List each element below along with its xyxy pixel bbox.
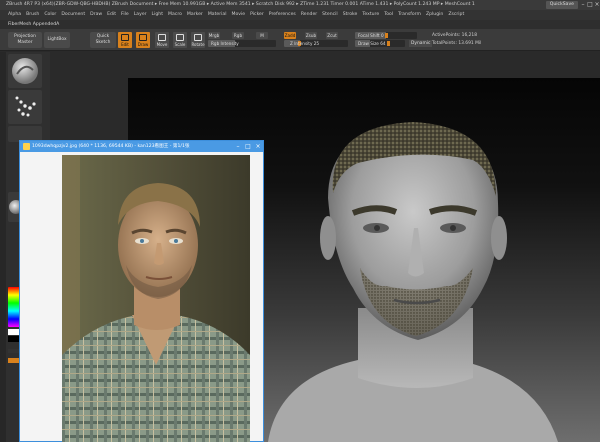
window-title: ZBrush 4R7 P3 (x64)(ZBR-GDW-QBG-HBDHB) Z… bbox=[6, 2, 475, 7]
lightbox-button[interactable]: LightBox bbox=[44, 32, 70, 48]
menu-item-picker[interactable]: Picker bbox=[250, 12, 264, 17]
rgb-intensity-label: Rgb Intensity bbox=[211, 41, 239, 46]
image-viewer-window: 1093dwhqpzjv2.jpg (640 * 1136, 69544 KB)… bbox=[19, 140, 264, 442]
active-points-readout: ActivePoints: 16,218 bbox=[432, 33, 478, 38]
reference-photo bbox=[62, 155, 250, 442]
edit-mode-button[interactable]: Edit bbox=[118, 32, 132, 48]
menu-item-alpha[interactable]: Alpha bbox=[8, 12, 21, 17]
close-icon[interactable]: × bbox=[594, 1, 600, 9]
scale-label: Scale bbox=[174, 42, 186, 47]
draw-label: Draw bbox=[137, 42, 149, 47]
rotate-mode-button[interactable]: Rotate bbox=[191, 32, 205, 48]
brush-icon bbox=[12, 58, 38, 84]
menu-item-zscript[interactable]: Zscript bbox=[448, 12, 464, 17]
rotate-label: Rotate bbox=[191, 42, 205, 47]
zcut-button[interactable]: Zcut bbox=[326, 32, 338, 39]
menu-item-edit[interactable]: Edit bbox=[107, 12, 116, 17]
edit-label: Edit bbox=[121, 42, 129, 47]
zsub-button[interactable]: Zsub bbox=[305, 32, 317, 39]
subtool-bar: FiberMesh AppendedA bbox=[0, 20, 600, 29]
edit-icon bbox=[121, 34, 129, 41]
menu-item-document[interactable]: Document bbox=[61, 12, 85, 17]
main-menu-bar: Alpha Brush Color Document Draw Edit File Layer… bbox=[0, 10, 600, 20]
menu-item-light[interactable]: Light bbox=[152, 12, 163, 17]
image-viewer-title: 1093dwhqpzjv2.jpg (640 * 1136, 69544 KB)… bbox=[32, 144, 190, 149]
move-icon bbox=[158, 34, 166, 41]
scale-mode-button[interactable]: Scale bbox=[173, 32, 187, 48]
m-button[interactable]: M bbox=[256, 32, 268, 39]
viewer-maximize-icon[interactable]: □ bbox=[243, 141, 253, 152]
move-label: Move bbox=[156, 42, 168, 47]
draw-size-slider[interactable]: Draw Size 64 bbox=[355, 40, 405, 47]
stroke-thumbnail[interactable] bbox=[8, 90, 42, 124]
maximize-icon[interactable]: □ bbox=[587, 1, 593, 9]
menu-item-movie[interactable]: Movie bbox=[231, 12, 245, 17]
menu-item-preferences[interactable]: Preferences bbox=[269, 12, 296, 17]
draw-mode-button[interactable]: Draw bbox=[136, 32, 150, 48]
scale-icon bbox=[176, 34, 184, 41]
menu-item-tool[interactable]: Tool bbox=[384, 12, 393, 17]
tray-handle[interactable] bbox=[0, 52, 6, 442]
viewer-minimize-icon[interactable]: – bbox=[233, 141, 243, 152]
reference-portrait-image bbox=[62, 155, 250, 442]
quick-sketch-button[interactable]: Quick Sketch bbox=[90, 32, 116, 48]
title-bar: ZBrush 4R7 P3 (x64)(ZBR-GDW-QBG-HBDHB) Z… bbox=[0, 0, 600, 10]
menu-item-stencil[interactable]: Stencil bbox=[322, 12, 338, 17]
menu-item-marker[interactable]: Marker bbox=[187, 12, 203, 17]
image-viewer-app-icon bbox=[23, 143, 30, 150]
menu-item-layer[interactable]: Layer bbox=[134, 12, 147, 17]
menu-item-brush[interactable]: Brush bbox=[26, 12, 39, 17]
menu-item-material[interactable]: Material bbox=[208, 12, 227, 17]
menu-item-color[interactable]: Color bbox=[44, 12, 56, 17]
top-shelf: Projection Master LightBox Quick Sketch … bbox=[0, 29, 600, 51]
menu-item-draw[interactable]: Draw bbox=[90, 12, 102, 17]
menu-item-stroke[interactable]: Stroke bbox=[343, 12, 358, 17]
move-mode-button[interactable]: Move bbox=[155, 32, 169, 48]
projection-master-button[interactable]: Projection Master bbox=[8, 32, 42, 48]
subtool-label: FiberMesh AppendedA bbox=[8, 22, 60, 27]
menu-item-file[interactable]: File bbox=[121, 12, 129, 17]
draw-icon bbox=[139, 34, 147, 41]
menu-item-render[interactable]: Render bbox=[301, 12, 317, 17]
minimize-icon[interactable]: – bbox=[580, 1, 586, 9]
quicksave-button[interactable]: QuickSave bbox=[545, 1, 578, 9]
rgb-intensity-slider[interactable]: Rgb Intensity bbox=[208, 40, 276, 47]
stroke-dots-icon bbox=[15, 96, 36, 117]
draw-size-label: Draw Size 64 bbox=[358, 41, 386, 46]
menu-item-transform[interactable]: Transform bbox=[398, 12, 421, 17]
z-intensity-slider[interactable]: Z Intensity 25 bbox=[284, 40, 348, 47]
zadd-button[interactable]: Zadd bbox=[284, 32, 296, 39]
menu-item-texture[interactable]: Texture bbox=[362, 12, 379, 17]
rotate-icon bbox=[194, 34, 202, 41]
mrgb-button[interactable]: Mrgb bbox=[208, 32, 220, 39]
zbrush-app: ZBrush 4R7 P3 (x64)(ZBR-GDW-QBG-HBDHB) Z… bbox=[0, 0, 600, 442]
z-intensity-label: Z Intensity 25 bbox=[290, 41, 320, 46]
dynamic-button[interactable]: Dynamic bbox=[409, 40, 433, 47]
brush-thumbnail[interactable] bbox=[8, 54, 42, 88]
menu-item-macro[interactable]: Macro bbox=[168, 12, 182, 17]
focal-shift-slider[interactable]: Focal Shift 0 bbox=[355, 32, 417, 39]
focal-shift-label: Focal Shift 0 bbox=[358, 33, 384, 38]
viewer-close-icon[interactable]: × bbox=[253, 141, 263, 152]
menu-item-zplugin[interactable]: Zplugin bbox=[426, 12, 443, 17]
total-points-readout: TotalPoints: 13.691 Mil bbox=[432, 41, 482, 46]
image-viewer-titlebar[interactable]: 1093dwhqpzjv2.jpg (640 * 1136, 69544 KB)… bbox=[20, 141, 263, 152]
rgb-button[interactable]: Rgb bbox=[232, 32, 244, 39]
